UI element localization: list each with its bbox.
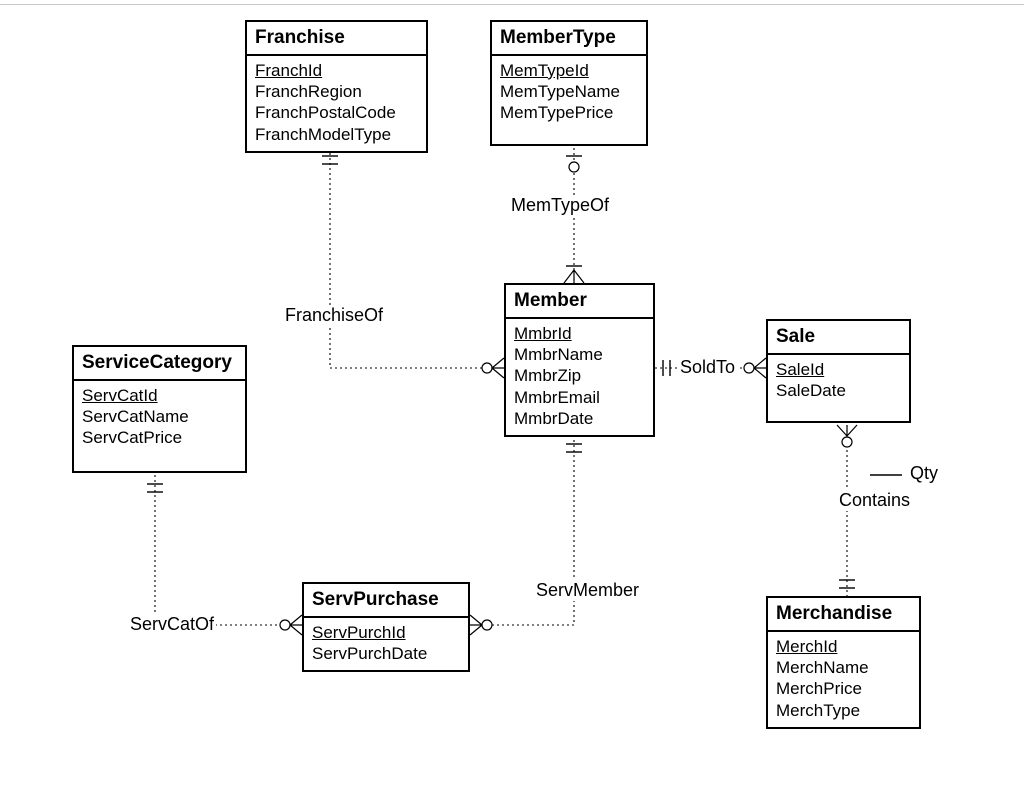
entity-title: Member	[506, 285, 653, 319]
attr: FranchRegion	[255, 81, 418, 102]
entity-title: ServPurchase	[304, 584, 468, 618]
attr: MerchPrice	[776, 678, 911, 699]
entity-franchise: Franchise FranchId FranchRegion FranchPo…	[245, 20, 428, 153]
entity-attrs: ServCatId ServCatName ServCatPrice	[74, 381, 245, 455]
entity-title: Sale	[768, 321, 909, 355]
rel-label-contains: Contains	[837, 490, 912, 511]
attr-pk: ServCatId	[82, 385, 237, 406]
rel-label-soldto: SoldTo	[678, 357, 737, 378]
attr: FranchPostalCode	[255, 102, 418, 123]
entity-title: Franchise	[247, 22, 426, 56]
entity-attrs: ServPurchId ServPurchDate	[304, 618, 468, 671]
entity-attrs: MerchId MerchName MerchPrice MerchType	[768, 632, 919, 727]
attr: MerchType	[776, 700, 911, 721]
attr: MemTypePrice	[500, 102, 638, 123]
attr: MmbrName	[514, 344, 645, 365]
attr: MemTypeName	[500, 81, 638, 102]
rel-label-memtypeof: MemTypeOf	[509, 195, 611, 216]
attr: MmbrZip	[514, 365, 645, 386]
entity-attrs: SaleId SaleDate	[768, 355, 909, 408]
entity-merchandise: Merchandise MerchId MerchName MerchPrice…	[766, 596, 921, 729]
entity-member: Member MmbrId MmbrName MmbrZip MmbrEmail…	[504, 283, 655, 437]
entity-servpurchase: ServPurchase ServPurchId ServPurchDate	[302, 582, 470, 672]
attr-pk: MemTypeId	[500, 60, 638, 81]
er-diagram: Franchise FranchId FranchRegion FranchPo…	[0, 0, 1024, 793]
attr: MerchName	[776, 657, 911, 678]
rel-attr-qty: Qty	[908, 463, 940, 484]
entity-servicecategory: ServiceCategory ServCatId ServCatName Se…	[72, 345, 247, 473]
entity-attrs: MmbrId MmbrName MmbrZip MmbrEmail MmbrDa…	[506, 319, 653, 435]
entity-title: MemberType	[492, 22, 646, 56]
attr-pk: MmbrId	[514, 323, 645, 344]
attr: SaleDate	[776, 380, 901, 401]
attr: MmbrDate	[514, 408, 645, 429]
attr-pk: MerchId	[776, 636, 911, 657]
entity-attrs: FranchId FranchRegion FranchPostalCode F…	[247, 56, 426, 151]
rel-label-servmember: ServMember	[534, 580, 641, 601]
attr-pk: ServPurchId	[312, 622, 460, 643]
rel-label-servcatof: ServCatOf	[128, 614, 216, 635]
entity-attrs: MemTypeId MemTypeName MemTypePrice	[492, 56, 646, 130]
entity-title: Merchandise	[768, 598, 919, 632]
entity-title: ServiceCategory	[74, 347, 245, 381]
attr: FranchModelType	[255, 124, 418, 145]
attr: ServCatName	[82, 406, 237, 427]
attr-pk: SaleId	[776, 359, 901, 380]
entity-membertype: MemberType MemTypeId MemTypeName MemType…	[490, 20, 648, 146]
attr: ServPurchDate	[312, 643, 460, 664]
entity-sale: Sale SaleId SaleDate	[766, 319, 911, 423]
rel-label-franchiseof: FranchiseOf	[283, 305, 385, 326]
attr: ServCatPrice	[82, 427, 237, 448]
attr-pk: FranchId	[255, 60, 418, 81]
attr: MmbrEmail	[514, 387, 645, 408]
